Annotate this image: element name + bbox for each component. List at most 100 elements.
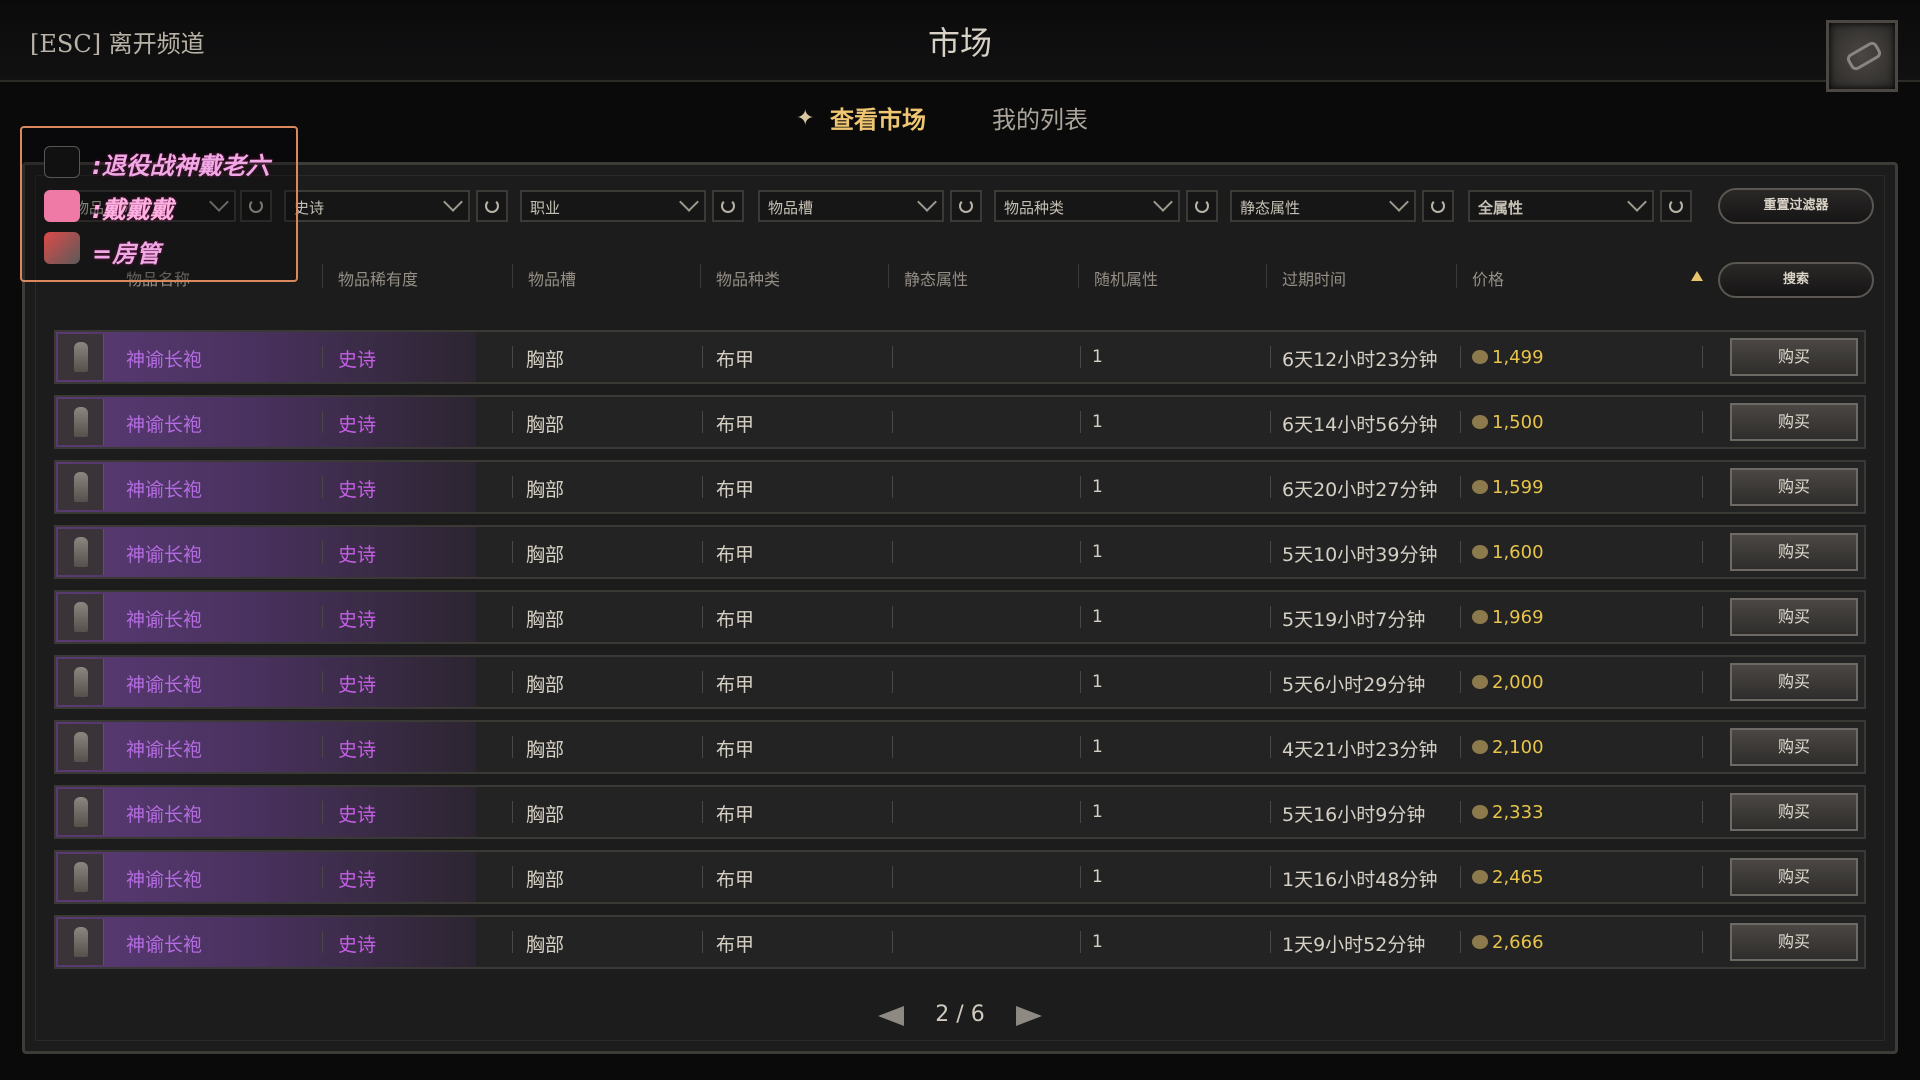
robe-icon[interactable] <box>58 659 104 705</box>
item-type-filter[interactable]: 物品种类 <box>994 190 1180 222</box>
flashlight-button[interactable] <box>1826 20 1898 92</box>
refresh-icon <box>1195 199 1209 213</box>
buy-button[interactable]: 购买 <box>1730 533 1858 571</box>
buy-button[interactable]: 购买 <box>1730 793 1858 831</box>
rarity-filter[interactable]: 史诗 <box>284 190 470 222</box>
robe-icon[interactable] <box>58 399 104 445</box>
tab-my-list[interactable]: 我的列表 <box>992 100 1088 135</box>
random-attr-count: 1 <box>1092 607 1103 627</box>
item-rarity: 史诗 <box>338 544 377 566</box>
listing-row[interactable]: 神谕长袍 史诗 胸部 布甲 1 6天20小时27分钟 1,599 购买 <box>54 460 1866 514</box>
gold-coin-icon <box>1472 350 1488 364</box>
robe-icon[interactable] <box>58 724 104 770</box>
item-name: 神谕长袍 <box>126 739 203 761</box>
all-attr-filter[interactable]: 全属性 <box>1468 190 1654 222</box>
flashlight-icon <box>1844 39 1884 73</box>
slot-filter[interactable]: 物品槽 <box>758 190 944 222</box>
buy-button[interactable]: 购买 <box>1730 923 1858 961</box>
buy-button[interactable]: 购买 <box>1730 663 1858 701</box>
item-rarity: 史诗 <box>338 739 377 761</box>
item-price: 1,599 <box>1492 477 1544 498</box>
listing-row[interactable]: 神谕长袍 史诗 胸部 布甲 1 5天16小时9分钟 2,333 购买 <box>54 785 1866 839</box>
item-name: 神谕长袍 <box>126 479 203 501</box>
item-slot: 胸部 <box>526 804 565 826</box>
buy-button[interactable]: 购买 <box>1730 338 1858 376</box>
item-slot: 胸部 <box>526 674 565 696</box>
gold-coin-icon <box>1472 740 1488 754</box>
rocket-icon <box>44 232 80 264</box>
item-rarity: 史诗 <box>338 609 377 631</box>
item-name: 神谕长袍 <box>126 414 203 436</box>
buy-button[interactable]: 购买 <box>1730 403 1858 441</box>
search-button[interactable]: 搜索 <box>1718 262 1874 298</box>
robe-icon[interactable] <box>58 464 104 510</box>
buy-button[interactable]: 购买 <box>1730 468 1858 506</box>
random-attr-count: 1 <box>1092 347 1103 367</box>
robe-icon[interactable] <box>58 789 104 835</box>
robe-icon[interactable] <box>58 594 104 640</box>
gold-coin-icon <box>1472 870 1488 884</box>
robe-icon[interactable] <box>58 334 104 380</box>
random-attr-count: 1 <box>1092 737 1103 757</box>
buy-button[interactable]: 购买 <box>1730 858 1858 896</box>
overlay-douyin-text: :退役战神戴老六 <box>92 152 270 180</box>
next-page-arrow-icon[interactable] <box>1016 1006 1042 1026</box>
item-name: 神谕长袍 <box>126 674 203 696</box>
listing-row[interactable]: 神谕长袍 史诗 胸部 布甲 1 1天9小时52分钟 2,666 购买 <box>54 915 1866 969</box>
random-attr-count: 1 <box>1092 802 1103 822</box>
top-bar: [ESC] 离开频道 市场 <box>0 0 1920 92</box>
item-name: 神谕长袍 <box>126 544 203 566</box>
robe-icon[interactable] <box>58 919 104 965</box>
item-name: 神谕长袍 <box>126 934 203 956</box>
refresh-slot-button[interactable] <box>950 190 982 222</box>
item-price: 2,100 <box>1492 737 1544 758</box>
item-price: 1,499 <box>1492 347 1544 368</box>
item-price: 2,465 <box>1492 867 1544 888</box>
listing-row[interactable]: 神谕长袍 史诗 胸部 布甲 1 4天21小时23分钟 2,100 购买 <box>54 720 1866 774</box>
gold-coin-icon <box>1472 935 1488 949</box>
item-name: 神谕长袍 <box>126 804 203 826</box>
refresh-icon <box>959 199 973 213</box>
refresh-rarity-button[interactable] <box>476 190 508 222</box>
refresh-all-button[interactable] <box>1660 190 1692 222</box>
col-price[interactable]: 价格 <box>1472 266 1504 290</box>
item-name: 神谕长袍 <box>126 609 203 631</box>
buy-button[interactable]: 购买 <box>1730 598 1858 636</box>
item-price: 1,600 <box>1492 542 1544 563</box>
listing-row[interactable]: 神谕长袍 史诗 胸部 布甲 1 1天16小时48分钟 2,465 购买 <box>54 850 1866 904</box>
buy-button[interactable]: 购买 <box>1730 728 1858 766</box>
refresh-class-button[interactable] <box>712 190 744 222</box>
item-type: 布甲 <box>716 934 755 956</box>
expire-time: 4天21小时23分钟 <box>1282 739 1438 761</box>
robe-icon[interactable] <box>58 529 104 575</box>
item-rarity: 史诗 <box>338 414 377 436</box>
expire-time: 5天10小时39分钟 <box>1282 544 1438 566</box>
random-attr-count: 1 <box>1092 932 1103 952</box>
robe-icon[interactable] <box>58 854 104 900</box>
refresh-static-button[interactable] <box>1422 190 1454 222</box>
item-name: 神谕长袍 <box>126 349 203 371</box>
listing-row[interactable]: 神谕长袍 史诗 胸部 布甲 1 6天12小时23分钟 1,499 购买 <box>54 330 1866 384</box>
tab-view-market[interactable]: ✦ 查看市场 <box>796 100 926 135</box>
expire-time: 5天16小时9分钟 <box>1282 804 1426 826</box>
item-price: 2,333 <box>1492 802 1544 823</box>
refresh-type-button[interactable] <box>1186 190 1218 222</box>
listing-row[interactable]: 神谕长袍 史诗 胸部 布甲 1 5天10小时39分钟 1,600 购买 <box>54 525 1866 579</box>
chevron-down-icon <box>917 192 937 212</box>
reset-filters-button[interactable]: 重置过滤器 <box>1718 188 1874 224</box>
listing-row[interactable]: 神谕长袍 史诗 胸部 布甲 1 5天19小时7分钟 1,969 购买 <box>54 590 1866 644</box>
random-attr-count: 1 <box>1092 542 1103 562</box>
item-rarity: 史诗 <box>338 934 377 956</box>
prev-page-arrow-icon[interactable] <box>878 1006 904 1026</box>
listing-row[interactable]: 神谕长袍 史诗 胸部 布甲 1 6天14小时56分钟 1,500 购买 <box>54 395 1866 449</box>
star-icon: ✦ <box>796 106 815 131</box>
item-rarity: 史诗 <box>338 479 377 501</box>
listing-row[interactable]: 神谕长袍 史诗 胸部 布甲 1 5天6小时29分钟 2,000 购买 <box>54 655 1866 709</box>
random-attr-count: 1 <box>1092 672 1103 692</box>
static-attr-filter[interactable]: 静态属性 <box>1230 190 1416 222</box>
item-type: 布甲 <box>716 609 755 631</box>
sort-ascending-icon[interactable] <box>1691 271 1703 281</box>
item-name: 神谕长袍 <box>126 869 203 891</box>
class-filter[interactable]: 职业 <box>520 190 706 222</box>
item-price: 2,000 <box>1492 672 1544 693</box>
